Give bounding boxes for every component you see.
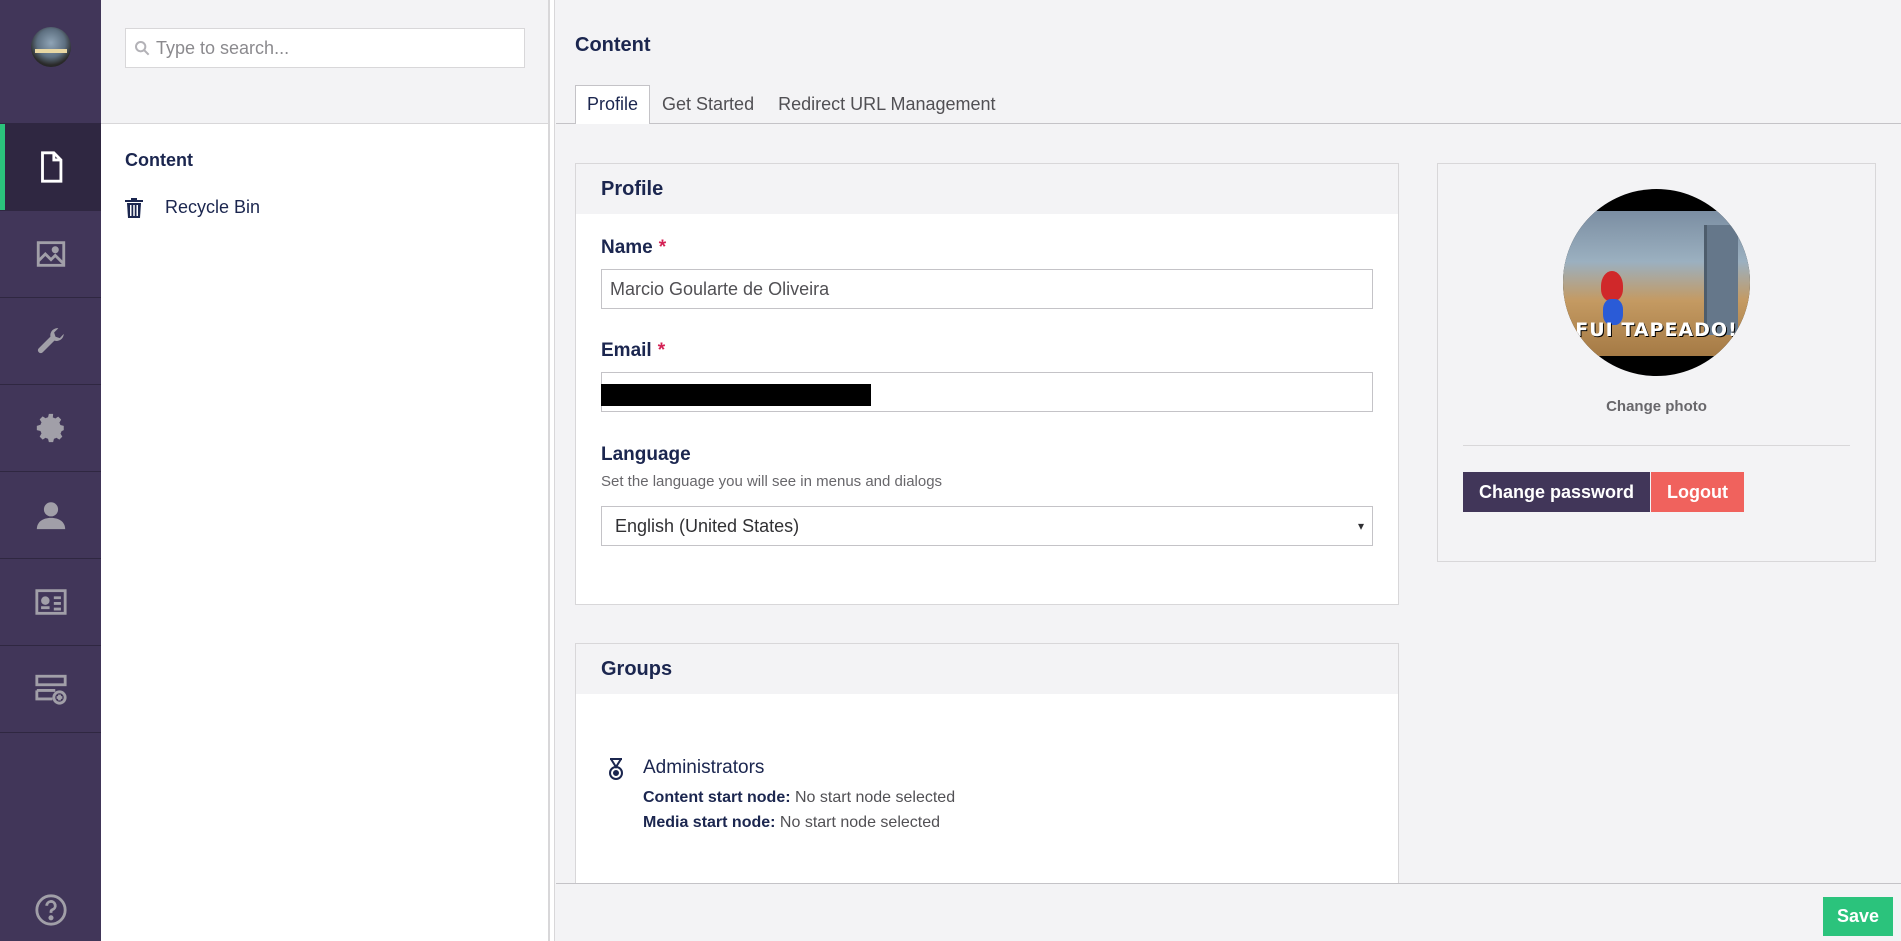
help-icon[interactable] xyxy=(34,893,68,927)
trash-icon xyxy=(125,197,143,218)
page-title: Content xyxy=(575,34,651,56)
main-editor: Content Profile Get Started Redirect URL… xyxy=(556,0,1901,941)
help-area xyxy=(0,893,101,927)
avatar-box: FUI TAPEADO! Change photo Change passwor… xyxy=(1437,163,1876,562)
user-avatar[interactable] xyxy=(30,27,71,67)
recycle-bin-label: Recycle Bin xyxy=(165,197,261,217)
email-label: Email * xyxy=(601,340,666,361)
current-user-avatar-area xyxy=(0,0,101,124)
section-content[interactable] xyxy=(0,124,101,211)
tab-get-started[interactable]: Get Started xyxy=(650,85,766,124)
tab-redirect-url-management[interactable]: Redirect URL Management xyxy=(766,85,1007,124)
gear-icon xyxy=(36,413,64,443)
name-label: Name * xyxy=(601,237,667,258)
document-icon xyxy=(40,151,62,183)
tab-bar: Profile Get Started Redirect URL Managem… xyxy=(575,85,1008,124)
content-start-node: Content start node: No start node select… xyxy=(643,789,956,806)
wrench-icon xyxy=(37,328,64,354)
group-item: Administrators Content start node: No st… xyxy=(606,757,955,835)
logout-button[interactable]: Logout xyxy=(1651,472,1744,512)
app-sidebar xyxy=(0,0,101,941)
profile-photo[interactable]: FUI TAPEADO! xyxy=(1563,189,1750,376)
medal-icon xyxy=(609,758,623,780)
required-marker: * xyxy=(657,340,666,361)
group-name: Administrators xyxy=(643,757,765,778)
editor-footer: Save xyxy=(556,883,1901,941)
tree-item-recycle-bin[interactable]: Recycle Bin xyxy=(101,171,548,218)
language-select[interactable]: English (United States) ▾ xyxy=(601,506,1373,546)
required-marker: * xyxy=(658,237,667,258)
content-tree-panel: Content Recycle Bin xyxy=(101,0,550,941)
image-icon xyxy=(36,241,65,267)
email-field-group: Email * xyxy=(601,340,1375,412)
profile-box-title: Profile xyxy=(576,164,1398,214)
id-card-icon xyxy=(34,589,67,615)
language-description: Set the language you will see in menus a… xyxy=(601,473,943,490)
tab-profile[interactable]: Profile xyxy=(575,85,651,124)
group-start-nodes: Content start node: No start node select… xyxy=(643,785,955,835)
section-forms[interactable] xyxy=(0,646,101,733)
name-input[interactable] xyxy=(601,269,1373,309)
save-button[interactable]: Save xyxy=(1822,897,1893,936)
tree-root-content[interactable]: Content xyxy=(101,124,548,171)
redacted-email xyxy=(601,384,871,406)
divider xyxy=(1463,445,1850,446)
language-field-group: Language Set the language you will see i… xyxy=(601,444,1375,546)
groups-box-title: Groups xyxy=(576,644,1398,694)
tree-search-area xyxy=(101,0,548,124)
section-users[interactable] xyxy=(0,472,101,559)
section-media[interactable] xyxy=(0,211,101,298)
user-icon xyxy=(36,502,65,530)
photo-bird xyxy=(1601,271,1623,301)
photo-caption: FUI TAPEADO! xyxy=(1575,319,1738,341)
language-select-value: English (United States) xyxy=(615,515,800,536)
editor-header: Content Profile Get Started Redirect URL… xyxy=(556,0,1901,124)
language-label: Language xyxy=(601,444,691,465)
panel-splitter[interactable] xyxy=(550,0,555,941)
search-icon xyxy=(135,41,150,56)
media-start-node: Media start node: No start node selected xyxy=(643,814,941,831)
section-packages[interactable] xyxy=(0,385,101,472)
search-input[interactable] xyxy=(156,37,516,59)
change-photo-link[interactable]: Change photo xyxy=(1438,398,1875,415)
profile-box: Profile Name* Email* Language Set the la… xyxy=(575,163,1399,605)
form-add-icon xyxy=(34,674,67,705)
change-password-button[interactable]: Change password xyxy=(1463,472,1651,512)
search-box[interactable] xyxy=(125,28,525,68)
chevron-down-icon: ▾ xyxy=(1357,519,1364,533)
section-settings[interactable] xyxy=(0,298,101,385)
name-field-group: Name * xyxy=(601,237,1375,309)
section-members[interactable] xyxy=(0,559,101,646)
